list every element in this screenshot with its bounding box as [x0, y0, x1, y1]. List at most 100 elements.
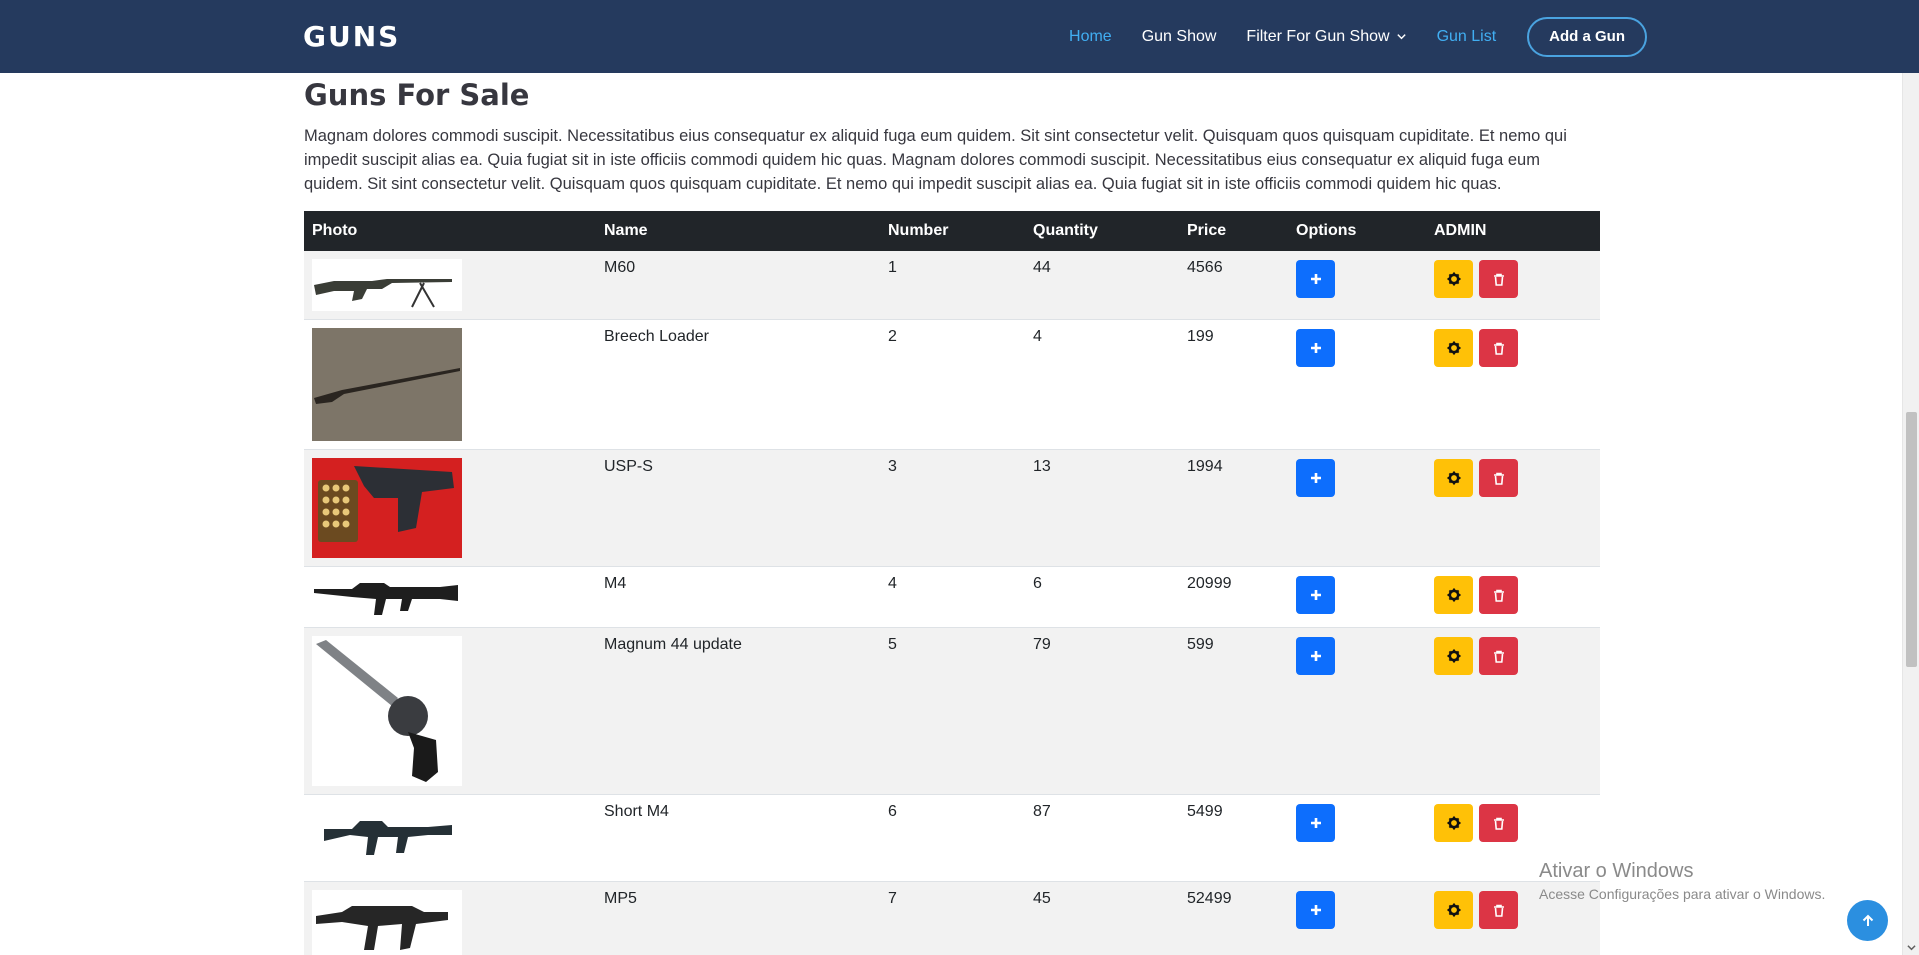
- col-admin: ADMIN: [1434, 222, 1487, 239]
- table-header: Photo Name Number Quantity Price Options…: [304, 211, 1600, 251]
- back-to-top-button[interactable]: [1847, 900, 1888, 941]
- gun-quantity: 79: [1033, 636, 1051, 653]
- gun-price: 52499: [1187, 890, 1232, 907]
- nav-gun-show[interactable]: Gun Show: [1142, 28, 1217, 46]
- gun-photo: [312, 575, 462, 619]
- delete-gun-button[interactable]: [1479, 459, 1518, 497]
- gun-name: Breech Loader: [604, 328, 709, 345]
- add-to-cart-button[interactable]: [1296, 804, 1335, 842]
- watermark-subtitle: Acesse Configurações para ativar o Windo…: [1539, 886, 1826, 902]
- gun-photo: [312, 803, 462, 873]
- gear-icon: [1447, 341, 1460, 355]
- chevron-down-icon: [1396, 34, 1406, 40]
- windows-activation-watermark: Ativar o Windows Acesse Configurações pa…: [1539, 860, 1825, 902]
- table-row: Short M4 6 87 5499: [304, 794, 1600, 882]
- trash-icon: [1493, 650, 1504, 663]
- gun-quantity: 13: [1033, 458, 1051, 475]
- guns-table: Photo Name Number Quantity Price Options…: [304, 211, 1600, 955]
- edit-gun-button[interactable]: [1434, 459, 1473, 497]
- plus-icon: [1310, 818, 1321, 828]
- trash-icon: [1493, 273, 1504, 286]
- edit-gun-button[interactable]: [1434, 637, 1473, 675]
- table-row: USP-S 3 13 1994: [304, 449, 1600, 567]
- page-title: Guns For Sale: [304, 78, 530, 112]
- gun-name: M4: [604, 575, 627, 592]
- delete-gun-button[interactable]: [1479, 891, 1518, 929]
- trash-icon: [1493, 817, 1504, 830]
- col-name: Name: [604, 222, 648, 239]
- gun-number: 1: [888, 259, 897, 276]
- delete-gun-button[interactable]: [1479, 260, 1518, 298]
- gun-photo: [312, 328, 462, 441]
- edit-gun-button[interactable]: [1434, 329, 1473, 367]
- trash-icon: [1493, 342, 1504, 355]
- trash-icon: [1493, 904, 1504, 917]
- scrollbar-thumb[interactable]: [1906, 412, 1917, 667]
- gear-icon: [1447, 816, 1460, 830]
- gun-number: 6: [888, 803, 897, 820]
- gun-name: Short M4: [604, 803, 669, 820]
- trash-icon: [1493, 589, 1504, 602]
- add-to-cart-button[interactable]: [1296, 459, 1335, 497]
- nav-home[interactable]: Home: [1069, 28, 1112, 46]
- plus-icon: [1310, 473, 1321, 483]
- gear-icon: [1447, 272, 1460, 286]
- page-scrollbar[interactable]: [1902, 73, 1919, 955]
- gun-price: 4566: [1187, 259, 1223, 276]
- gun-photo: [312, 636, 462, 786]
- nav-gun-list[interactable]: Gun List: [1437, 28, 1497, 46]
- site-logo[interactable]: GUNS: [303, 20, 400, 53]
- gun-number: 4: [888, 575, 897, 592]
- main-nav: Home Gun Show Filter For Gun Show Gun Li…: [1039, 0, 1647, 73]
- intro-paragraph: Magnam dolores commodi suscipit. Necessi…: [304, 127, 1567, 193]
- site-header: GUNS Home Gun Show Filter For Gun Show G…: [0, 0, 1919, 73]
- gun-number: 7: [888, 890, 897, 907]
- table-row: MP5 7 45 52499: [304, 881, 1600, 955]
- edit-gun-button[interactable]: [1434, 891, 1473, 929]
- gun-name: MP5: [604, 890, 637, 907]
- nav-filter-dropdown[interactable]: Filter For Gun Show: [1246, 28, 1406, 46]
- gun-price: 199: [1187, 328, 1214, 345]
- add-to-cart-button[interactable]: [1296, 329, 1335, 367]
- gun-photo: [312, 458, 462, 558]
- edit-gun-button[interactable]: [1434, 804, 1473, 842]
- trash-icon: [1493, 472, 1504, 485]
- add-to-cart-button[interactable]: [1296, 260, 1335, 298]
- gun-photo: [312, 259, 462, 311]
- add-to-cart-button[interactable]: [1296, 891, 1335, 929]
- plus-icon: [1310, 343, 1321, 353]
- gun-name: Magnum 44 update: [604, 636, 742, 653]
- gun-quantity: 87: [1033, 803, 1051, 820]
- add-to-cart-button[interactable]: [1296, 637, 1335, 675]
- gear-icon: [1447, 903, 1460, 917]
- delete-gun-button[interactable]: [1479, 329, 1518, 367]
- plus-icon: [1310, 590, 1321, 600]
- gun-quantity: 6: [1033, 575, 1042, 592]
- gun-quantity: 45: [1033, 890, 1051, 907]
- gun-price: 599: [1187, 636, 1214, 653]
- delete-gun-button[interactable]: [1479, 637, 1518, 675]
- plus-icon: [1310, 274, 1321, 284]
- gun-name: USP-S: [604, 458, 653, 475]
- table-row: M4 4 6 20999: [304, 566, 1600, 628]
- arrow-up-icon: [1862, 914, 1873, 926]
- plus-icon: [1310, 651, 1321, 661]
- col-quantity: Quantity: [1033, 222, 1098, 239]
- gear-icon: [1447, 471, 1460, 485]
- gear-icon: [1447, 649, 1460, 663]
- delete-gun-button[interactable]: [1479, 576, 1518, 614]
- gun-price: 1994: [1187, 458, 1223, 475]
- edit-gun-button[interactable]: [1434, 260, 1473, 298]
- col-price: Price: [1187, 222, 1227, 239]
- add-to-cart-button[interactable]: [1296, 576, 1335, 614]
- gun-price: 20999: [1187, 575, 1232, 592]
- delete-gun-button[interactable]: [1479, 804, 1518, 842]
- scroll-down-arrow-icon[interactable]: [1907, 943, 1916, 952]
- edit-gun-button[interactable]: [1434, 576, 1473, 614]
- gun-number: 5: [888, 636, 897, 653]
- nav-filter-label: Filter For Gun Show: [1246, 27, 1390, 45]
- add-gun-button[interactable]: Add a Gun: [1527, 16, 1647, 57]
- gun-number: 3: [888, 458, 897, 475]
- gear-icon: [1447, 588, 1460, 602]
- table-row: Magnum 44 update 5 79 599: [304, 627, 1600, 795]
